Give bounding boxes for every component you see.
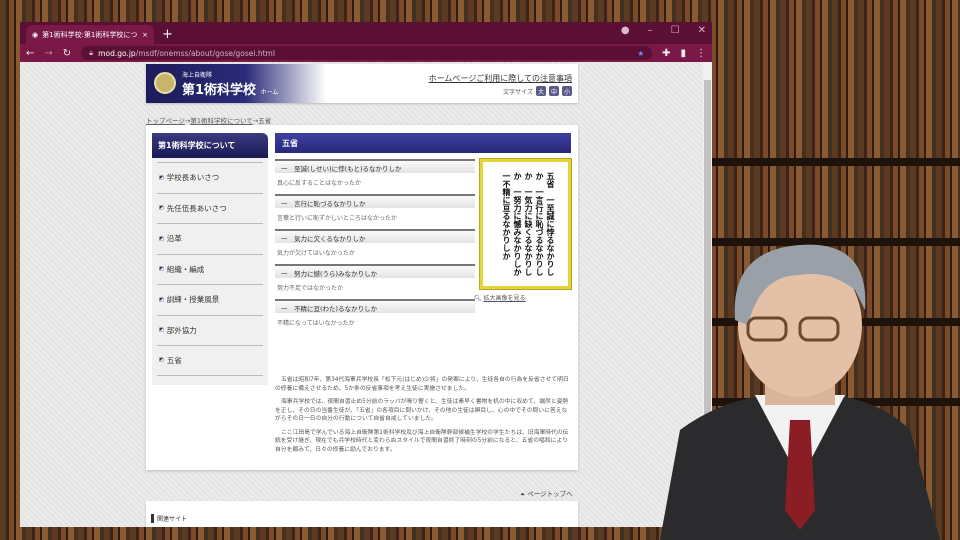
sidebar-item-label: 部外協力 (166, 325, 197, 335)
sidebar-item-gosei[interactable]: ◩ 五省 (157, 345, 263, 376)
breadcrumb: トップページ→第1術科学校について→五省 (146, 115, 271, 125)
reload-icon[interactable]: ↻ (63, 48, 71, 59)
close-window-button[interactable]: ✕ (698, 25, 706, 36)
gosei-item: 一 至誠(しせい)に悖(もと)るなかりしか真心に反することはなかったか (275, 159, 475, 194)
link-icon: ◩ (159, 235, 164, 242)
font-size-control: 文字サイズ 大 中 小 (503, 86, 572, 96)
sidebar-item-label: 訓練・授業風景 (166, 295, 220, 305)
breadcrumb-current: →五省 (252, 117, 272, 125)
item-desc: 努力不足ではなかったか (277, 285, 344, 292)
item-heading: 一 努力に憾(うら)みなかりしか (275, 264, 475, 278)
link-icon: ◩ (159, 327, 164, 334)
browser-tab[interactable]: ◉ 第1術科学校:第1術科学校について × (26, 25, 154, 44)
breadcrumb-top[interactable]: トップページ (146, 117, 185, 125)
font-size-label: 文字サイズ (503, 88, 533, 96)
item-heading: 一 至誠(しせい)に悖(もと)るなかりしか (275, 159, 475, 173)
sidebar-title: 第1術科学校について (152, 133, 268, 158)
item-heading: 一 気力に欠くるなかりしか (275, 229, 475, 243)
logo-main: 第1術科学校 (182, 83, 257, 98)
logo-sub: 海上自衛隊 (182, 72, 213, 79)
gosei-item: 一 不精に亘(わた)るなかりしか不精になってはいなかったか (275, 299, 475, 334)
zoom-image-link[interactable]: 🔍︎ 拡大画像を見る (474, 293, 526, 302)
sidebar-item-history[interactable]: ◩ 沿革 (157, 223, 263, 254)
minimize-button[interactable]: – (648, 25, 653, 36)
sidebar-item-label: 先任伍長あいさつ (166, 203, 227, 213)
sidebar-item-cooperation[interactable]: ◩ 部外協力 (157, 314, 263, 346)
link-icon: ◩ (159, 205, 164, 212)
link-icon: ◩ (159, 174, 164, 181)
item-desc: 言葉と行いに恥ずかしいところはなかったか (277, 215, 398, 222)
main-panel: 第1術科学校について ◩ 学校長あいさつ ◩ 先任伍長あいさつ ◩ 沿革 ◩ 組織・編成… (146, 125, 578, 470)
related-sites-heading: 関連サイト (151, 514, 187, 523)
sidebar-item-label: 学校長あいさつ (166, 173, 220, 183)
paragraph: 五省は昭和7年、第34代海軍兵学校長「松下元(はじめ)少将」の発案により、生徒各… (275, 377, 569, 392)
globe-icon: ◉ (32, 30, 39, 39)
lock-icon: 🔒︎ (89, 48, 94, 57)
address-bar[interactable]: 🔒︎ mod.go.jp/msdf/onemss/about/gose/gose… (81, 46, 653, 60)
bookmark-star-icon[interactable]: ★ (637, 49, 644, 58)
logo-home: ホーム (260, 89, 279, 96)
sidebar-item-training[interactable]: ◩ 訓練・授業風景 (157, 284, 263, 315)
sidebar-item-principal[interactable]: ◩ 学校長あいさつ (157, 162, 263, 193)
page-title: 五省 (275, 133, 571, 153)
close-tab-icon[interactable]: × (142, 31, 148, 39)
gosei-calligraphy-image[interactable]: 五省 一至誠に悖るなかりしか 一言行に恥づるなかりしか 一気力に缺くるなかりしか… (479, 158, 572, 290)
font-small-button[interactable]: 小 (562, 86, 572, 96)
link-icon: ◩ (159, 357, 164, 364)
url-domain: mod.go.jp (98, 48, 136, 58)
gosei-item: 一 努力に憾(うら)みなかりしか努力不足ではなかったか (275, 264, 475, 299)
sidebar-item-label: 五省 (166, 355, 182, 365)
page-content: 海上自衛隊 第1術科学校 ホーム ホームページご利用に際しての注意事項 文字サイ… (20, 62, 712, 527)
toolbar: ← → ↻ 🔒︎ mod.go.jp/msdf/onemss/about/gos… (20, 44, 712, 62)
url-path: /msdf/onemss/about/gose/gosei.html (135, 48, 275, 58)
maximize-button[interactable]: ☐ (671, 25, 680, 36)
page-top-link[interactable]: ⏶ ページトップへ (520, 488, 573, 499)
description-text: 五省は昭和7年、第34代海軍兵学校長「松下元(はじめ)少将」の発案により、生徒各… (275, 376, 571, 459)
profile-icon[interactable]: ● (621, 25, 630, 36)
shelf (712, 158, 960, 166)
sidebar-item-organization[interactable]: ◩ 組織・編成 (157, 253, 263, 285)
breadcrumb-parent[interactable]: 第1術科学校について (190, 117, 252, 125)
item-heading: 一 言行に恥づるなかりしか (275, 194, 475, 208)
gosei-item: 一 気力に欠くるなかりしか気力が欠けてはいなかったか (275, 229, 475, 264)
notice-link[interactable]: ホームページご利用に際しての注意事項 (429, 73, 572, 84)
zoom-link-label: 拡大画像を見る (483, 295, 526, 302)
school-emblem-icon (154, 72, 176, 94)
site-logo[interactable]: 海上自衛隊 第1術科学校 ホーム (146, 64, 326, 103)
link-icon: ◩ (159, 296, 164, 303)
link-icon: ◩ (159, 266, 164, 273)
vtuber-avatar (660, 244, 940, 540)
font-large-button[interactable]: 大 (536, 86, 546, 96)
sidebar-item-label: 組織・編成 (166, 264, 205, 274)
item-heading: 一 不精に亘(わた)るなかりしか (275, 299, 475, 313)
content-column: 五省 一 至誠(しせい)に悖(もと)るなかりしか真心に反することはなかったか 一… (275, 133, 572, 327)
forward-icon[interactable]: → (44, 48, 52, 59)
magnifier-icon: 🔍︎ (474, 295, 484, 302)
paragraph: 海軍兵学校では、夜間自習止め5分前のラッパが鳴り響くと、生徒は素早く書物を机の中… (275, 399, 569, 422)
tab-bar: ◉ 第1術科学校:第1術科学校について × + ● – ☐ ✕ (20, 22, 712, 44)
footer: 関連サイト (146, 501, 578, 527)
sidebar-item-label: 沿革 (166, 234, 182, 244)
item-desc: 気力が欠けてはいなかったか (277, 250, 355, 257)
tab-title: 第1術科学校:第1術科学校について (42, 30, 138, 39)
paragraph: ここ江田島で学んでいる海上自衛隊第1術科学校及び海上自衛隊幹部候補生学校の学生た… (275, 429, 569, 453)
browser-window: ◉ 第1術科学校:第1術科学校について × + ● – ☐ ✕ ← → ↻ 🔒︎ mo… (20, 22, 712, 527)
item-desc: 真心に反することはなかったか (277, 180, 362, 187)
page-top-label: ページトップへ (527, 490, 573, 498)
site-header: 海上自衛隊 第1術科学校 ホーム ホームページご利用に際しての注意事項 文字サイ… (146, 64, 578, 103)
extensions-icon[interactable]: ✚ (662, 48, 670, 59)
gosei-item: 一 言行に恥づるなかりしか言葉と行いに恥ずかしいところはなかったか (275, 194, 475, 229)
menu-icon[interactable]: ⋮ (696, 48, 706, 59)
sidebar-item-senior-chief[interactable]: ◩ 先任伍長あいさつ (157, 192, 263, 224)
item-desc: 不精になってはいなかったか (277, 320, 355, 327)
profile-avatar-icon[interactable]: ▮ (680, 48, 686, 59)
font-medium-button[interactable]: 中 (549, 86, 559, 96)
new-tab-button[interactable]: + (162, 27, 173, 42)
sidebar: 第1術科学校について ◩ 学校長あいさつ ◩ 先任伍長あいさつ ◩ 沿革 ◩ 組織・編成… (152, 133, 268, 385)
back-icon[interactable]: ← (26, 48, 34, 59)
